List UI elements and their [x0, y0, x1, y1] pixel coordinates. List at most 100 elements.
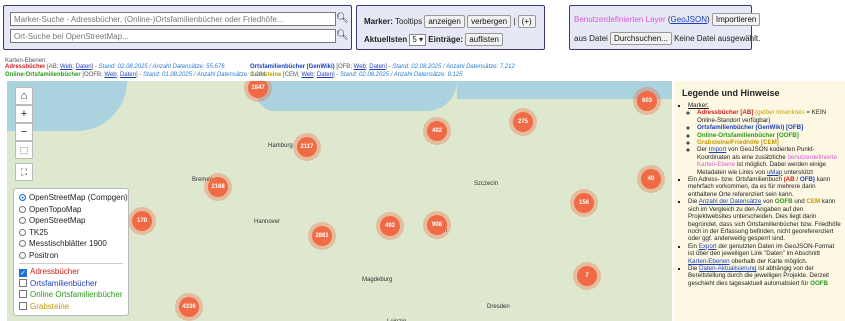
- marker-cluster[interactable]: 492: [427, 121, 447, 141]
- layer-web-link[interactable]: Web: [354, 64, 366, 70]
- base-layer-label: OpenStreetMap: [29, 216, 86, 225]
- select-area-icon[interactable]: ⬚: [15, 141, 33, 159]
- search-panel: Marker-Suche - Adressbücher, (Online-)Or…: [3, 5, 352, 50]
- marker-cluster[interactable]: 492: [380, 216, 400, 236]
- legend-p3: Ein Export der genutzten Daten im GeoJSO…: [688, 243, 841, 265]
- marker-cluster[interactable]: 40: [641, 169, 661, 189]
- list-label: Aktuellsten: [364, 35, 408, 44]
- marker-cluster[interactable]: 603: [637, 91, 657, 111]
- legend-p3-link2[interactable]: Karten-Ebenen: [688, 258, 730, 265]
- legend-p4-link[interactable]: Daten-Aktualisierung: [699, 265, 756, 272]
- overlay-label: Adressbücher: [30, 267, 80, 276]
- layer-code: [OOFB;: [82, 72, 103, 78]
- marker-cluster[interactable]: 170: [132, 211, 152, 231]
- custom-layer-panel: Benutzerdefinierten Layer (GeoJSON) Impo…: [569, 5, 760, 50]
- marker-cluster[interactable]: 2881: [312, 226, 332, 246]
- layer-info-row: Adressbücher [AB; Web; Daten] - Stand: 0…: [5, 64, 225, 70]
- plus-button[interactable]: (+): [517, 15, 536, 28]
- layer-data-link[interactable]: Daten: [317, 72, 333, 78]
- marker-search-icon[interactable]: 🔍︎: [336, 12, 349, 26]
- legend-ofb-label: Ortsfamilienbücher (GenWiki) [OFB]: [697, 124, 804, 132]
- legend-import-link[interactable]: Import: [709, 146, 727, 153]
- zoom-out-button[interactable]: −: [15, 123, 33, 141]
- legend-cem-label: Grabsteine/Friedhöfe [CEM]: [697, 139, 779, 147]
- browse-button[interactable]: Durchsuchen...: [610, 32, 672, 45]
- radio-button[interactable]: [19, 217, 26, 224]
- place-search-icon[interactable]: 🔍︎: [336, 29, 349, 43]
- geojson-link[interactable]: GeoJSON: [671, 15, 707, 24]
- file-row: aus Datei Durchsuchen... Keine Datei aus…: [574, 32, 760, 45]
- marker-label: Marker:: [364, 17, 393, 26]
- marker-cluster[interactable]: 4336: [179, 297, 199, 317]
- layer-data-link[interactable]: Daten: [369, 64, 385, 70]
- layer-name: Ortsfamilienbücher (GenWiki): [250, 64, 335, 70]
- show-tooltips-button[interactable]: anzeigen: [424, 15, 465, 28]
- radio-button[interactable]: [19, 251, 26, 259]
- home-icon[interactable]: ⌂: [15, 87, 33, 105]
- radio-button[interactable]: [19, 228, 26, 236]
- layer-data-link[interactable]: Daten: [76, 64, 92, 70]
- overlay-label: Grabsteine: [30, 301, 70, 311]
- no-file-label: Keine Datei ausgewählt.: [674, 34, 761, 43]
- list-count-value: 5: [412, 35, 417, 44]
- layer-stand: Stand: 02.08.2025 / Anzahl Datensätze: 9…: [339, 72, 463, 78]
- checkbox[interactable]: ✓: [19, 269, 27, 277]
- checkbox[interactable]: [19, 301, 27, 310]
- marker-list-row: Aktuellsten 5 ▾ Einträge: auflisten: [364, 33, 503, 46]
- radio-button[interactable]: [19, 240, 26, 247]
- legend-umap-link[interactable]: uMap: [767, 169, 782, 176]
- marker-search-input[interactable]: Marker-Suche - Adressbücher, (Online-)Or…: [10, 12, 336, 26]
- base-layer-option[interactable]: OpenStreetMap: [19, 215, 123, 227]
- city-label: Szczecin: [474, 181, 499, 187]
- map[interactable]: HamburgBremenHannoverBerlinMagdeburgSzcz…: [7, 81, 672, 321]
- radio-button[interactable]: [19, 194, 26, 201]
- legend-ab: Adressbücher [AB] (gelber Innenkreis = K…: [697, 109, 841, 124]
- legend-p2-link[interactable]: Anzahl der Datensätze: [699, 198, 762, 205]
- hide-tooltips-button[interactable]: verbergen: [467, 15, 512, 28]
- base-layer-option[interactable]: OpenStreetMap (Compgen): [19, 192, 128, 204]
- overlay-option[interactable]: Grabsteine: [19, 301, 123, 313]
- marker-cluster[interactable]: 275: [513, 112, 533, 132]
- import-button[interactable]: Importieren: [711, 13, 761, 26]
- marker-cluster[interactable]: 2117: [297, 137, 317, 157]
- layer-web-link[interactable]: Web: [104, 72, 116, 78]
- radio-button[interactable]: [19, 205, 26, 213]
- layer-info-row: Grabsteine [CEM; Web; Daten] - Stand: 02…: [250, 72, 463, 78]
- marker-cluster[interactable]: 7: [577, 266, 597, 286]
- fullscreen-icon[interactable]: ⛶: [15, 163, 33, 181]
- list-entries-button[interactable]: auflisten: [465, 33, 503, 46]
- base-layer-list: OpenStreetMap (Compgen) OpenTopoMap OpenSt…: [19, 192, 128, 262]
- legend-p1-slash: /: [796, 176, 799, 184]
- layer-info-row: Ortsfamilienbücher (GenWiki) [OFB; Web; …: [250, 64, 515, 70]
- legend-import-e: unterstützt: [784, 168, 813, 176]
- base-layer-option[interactable]: Messtischblätter 1900: [19, 238, 123, 250]
- base-layer-label: OpenTopoMap: [29, 204, 82, 214]
- zoom-in-button[interactable]: +: [15, 105, 33, 123]
- base-layer-option[interactable]: TK25: [19, 227, 123, 239]
- marker-cluster[interactable]: 2168: [208, 177, 228, 197]
- layer-suffix: ]: [91, 64, 94, 70]
- legend-p2-oofb: OOFB: [774, 198, 793, 206]
- marker-cluster[interactable]: 908: [427, 215, 447, 235]
- marker-cluster[interactable]: 156: [574, 193, 594, 213]
- checkbox[interactable]: [19, 290, 27, 298]
- layer-web-link[interactable]: Web: [301, 72, 313, 78]
- legend-import: Der Import von GeoJSON kodierten Punkt-K…: [697, 146, 841, 176]
- marker-tooltip-row: Marker: Tooltips anzeigen verbergen | (+…: [364, 15, 536, 28]
- place-search-input[interactable]: Ort-Suche bei OpenStreetMap...: [10, 29, 336, 43]
- overlay-option[interactable]: ✓ Adressbücher: [19, 266, 123, 278]
- overlay-option[interactable]: Online Ortsfamilienbücher: [19, 289, 123, 301]
- layer-data-link[interactable]: Daten: [120, 72, 136, 78]
- from-file-label: aus Datei: [574, 34, 608, 43]
- entries-label: Einträge:: [428, 35, 463, 44]
- overlay-option[interactable]: Ortsfamilienbücher: [19, 278, 123, 290]
- list-count-select[interactable]: 5 ▾: [409, 34, 427, 46]
- base-layer-option[interactable]: Positron: [19, 250, 123, 262]
- legend-p1-ofb: OFB): [799, 176, 815, 184]
- layer-web-link[interactable]: Web: [60, 64, 72, 70]
- layer-code: [AB;: [47, 64, 59, 70]
- base-layer-option[interactable]: OpenTopoMap: [19, 204, 123, 216]
- legend-import-a: Der: [697, 146, 707, 154]
- legend-p3-link[interactable]: Export: [699, 243, 717, 250]
- checkbox[interactable]: [19, 278, 27, 287]
